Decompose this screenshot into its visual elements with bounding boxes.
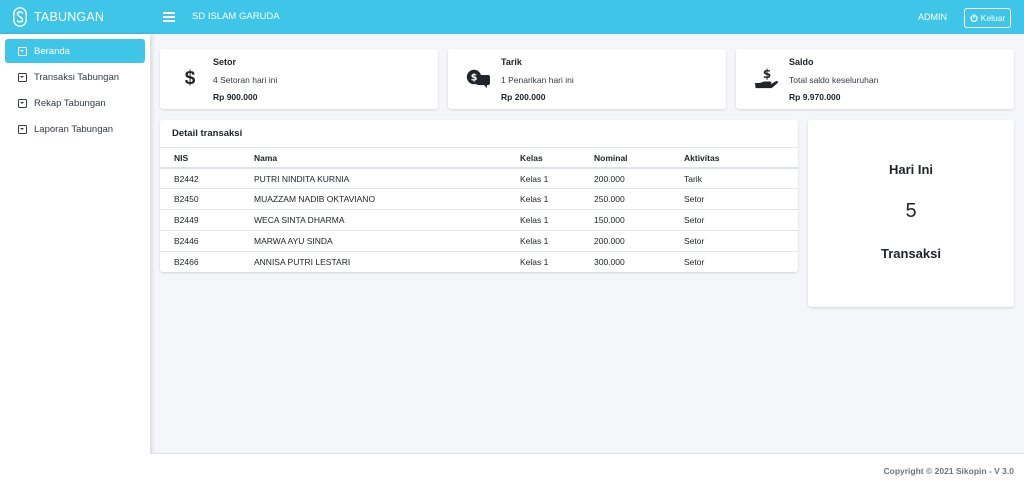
dropdown-square-icon bbox=[18, 98, 27, 108]
transaction-card: Detail transaksi NIS Nama Kelas Nominal … bbox=[160, 120, 798, 272]
cell-nama: PUTRI NINDITA KURNIA bbox=[240, 168, 506, 190]
table-row: B2446 MARWA AYU SINDA Kelas 1 200.000 Se… bbox=[160, 230, 798, 252]
summary-label-today: Hari Ini bbox=[888, 162, 934, 177]
cell-nama: WECA SINTA DHARMA bbox=[240, 209, 506, 231]
dropdown-square-icon bbox=[18, 124, 27, 134]
cell-nis: B2446 bbox=[160, 230, 240, 252]
cell-nis: B2449 bbox=[160, 209, 240, 231]
user-menu[interactable]: ADMIN bbox=[918, 0, 947, 34]
cell-aktivitas: Setor bbox=[670, 209, 798, 231]
cell-nominal: 300.000 bbox=[594, 256, 625, 267]
table-row: B2449 WECA SINTA DHARMA Kelas 1 150.000 … bbox=[160, 209, 798, 231]
cell-nama: MARWA AYU SINDA bbox=[240, 230, 506, 252]
infobox-setor: $ Setor 4 Setoran hari ini Rp 900.000 bbox=[160, 49, 438, 109]
sidebar-item-label: Beranda bbox=[34, 45, 70, 57]
cell-nis: B2450 bbox=[160, 188, 240, 211]
svg-text:$: $ bbox=[471, 72, 478, 83]
infobox-desc: 1 Penarikan hari ini bbox=[501, 75, 574, 85]
cell-aktivitas: Tarik bbox=[670, 168, 798, 190]
cell-kelas: Kelas 1 bbox=[506, 168, 580, 190]
infobox-amount: Rp 900.000 bbox=[213, 92, 258, 102]
column-header: Nominal bbox=[580, 148, 670, 169]
table-row: B2442 PUTRI NINDITA KURNIA Kelas 1 200.0… bbox=[160, 168, 798, 190]
summary-count: 5 bbox=[905, 200, 917, 222]
infobox-tarik: $ Tarik 1 Penarikan hari ini Rp 200.000 bbox=[448, 49, 726, 109]
footer: Copyright © 2021 Sikopin - V 3.0 bbox=[150, 453, 1024, 487]
sidebar-item-beranda[interactable]: Beranda bbox=[5, 39, 145, 63]
column-header: Aktivitas bbox=[670, 148, 798, 169]
svg-text:$: $ bbox=[763, 68, 771, 81]
sidebar-item-rekap-tabungan[interactable]: Rekap Tabungan bbox=[5, 91, 145, 115]
card-title: Detail transaksi bbox=[172, 128, 243, 139]
infobox-desc: Total saldo keseluruhan bbox=[789, 75, 879, 85]
sidebar-item-label: Rekap Tabungan bbox=[34, 97, 106, 109]
infobox-desc: 4 Setoran hari ini bbox=[213, 75, 278, 85]
infobox-title: Setor bbox=[213, 57, 237, 67]
cell-nis: B2466 bbox=[174, 256, 199, 267]
sidebar-item-transaksi-tabungan[interactable]: Transaksi Tabungan bbox=[5, 65, 145, 89]
copyright-text: Copyright © 2021 Sikopin - V 3.0 bbox=[883, 466, 1015, 476]
table-row: B2466 ANNISA PUTRI LESTARI Kelas 1 300.0… bbox=[160, 251, 798, 272]
cell-nominal: 250.000 bbox=[580, 188, 670, 211]
transaction-table: NIS Nama Kelas Nominal Aktivitas B2442 P… bbox=[160, 148, 798, 272]
summary-card: Hari Ini 5 Transaksi bbox=[808, 120, 1014, 307]
money-chat-icon: $ bbox=[466, 68, 490, 90]
sidebar-item-label: Laporan Tabungan bbox=[34, 123, 114, 135]
cell-aktivitas: Setor bbox=[670, 188, 798, 211]
table-row: B2450 MUAZZAM NADIB OKTAVIANO Kelas 1 25… bbox=[160, 188, 798, 211]
summary-label-transaksi: Transaksi bbox=[881, 246, 941, 261]
brand-name: TABUNGAN bbox=[34, 10, 105, 24]
infobox-amount: Rp 200.000 bbox=[501, 92, 546, 102]
cell-nominal: 200.000 bbox=[580, 168, 670, 190]
school-name: SD ISLAM GARUDA bbox=[192, 11, 280, 22]
sidebar-item-label: Transaksi Tabungan bbox=[34, 71, 120, 83]
cell-kelas: Kelas 1 bbox=[506, 209, 580, 231]
infobox-title: Tarik bbox=[501, 57, 522, 67]
infobox-title: Saldo bbox=[789, 57, 814, 67]
dropdown-square-icon bbox=[18, 72, 27, 82]
cell-nominal: 200.000 bbox=[580, 230, 670, 252]
cell-aktivitas: Setor bbox=[670, 230, 798, 252]
infobox-amount: Rp 9.970.000 bbox=[789, 92, 841, 102]
logout-button[interactable]: Keluar bbox=[964, 8, 1011, 28]
dollar-icon: $ bbox=[184, 68, 196, 89]
column-header: Kelas bbox=[506, 148, 580, 169]
cell-nama: MUAZZAM NADIB OKTAVIANO bbox=[240, 188, 506, 211]
menu-toggle-icon[interactable] bbox=[163, 10, 175, 24]
column-header: NIS bbox=[160, 148, 240, 169]
dropdown-square-icon bbox=[18, 46, 27, 56]
cell-kelas: Kelas 1 bbox=[506, 230, 580, 252]
cell-nis: B2442 bbox=[160, 168, 240, 190]
brand-logo-icon bbox=[12, 7, 28, 27]
sidebar: Beranda Transaksi Tabungan Rekap Tabunga… bbox=[0, 34, 150, 487]
cell-kelas: Kelas 1 bbox=[520, 256, 549, 267]
cell-aktivitas: Setor bbox=[684, 256, 705, 267]
cell-nominal: 150.000 bbox=[580, 209, 670, 231]
power-icon bbox=[970, 14, 978, 22]
hand-holding-dollar-icon: $ bbox=[754, 68, 778, 90]
logout-label: Keluar bbox=[980, 13, 1006, 23]
cell-kelas: Kelas 1 bbox=[506, 188, 580, 211]
top-navbar: TABUNGAN SD ISLAM GARUDA ADMIN Keluar bbox=[0, 0, 1024, 34]
cell-nama: ANNISA PUTRI LESTARI bbox=[254, 256, 351, 267]
column-header: Nama bbox=[240, 148, 506, 169]
brand[interactable]: TABUNGAN bbox=[0, 0, 150, 34]
infobox-saldo: $ Saldo Total saldo keseluruhan Rp 9.970… bbox=[736, 49, 1014, 109]
table-header-row: NIS Nama Kelas Nominal Aktivitas bbox=[160, 148, 798, 169]
sidebar-item-laporan-tabungan[interactable]: Laporan Tabungan bbox=[5, 117, 145, 141]
